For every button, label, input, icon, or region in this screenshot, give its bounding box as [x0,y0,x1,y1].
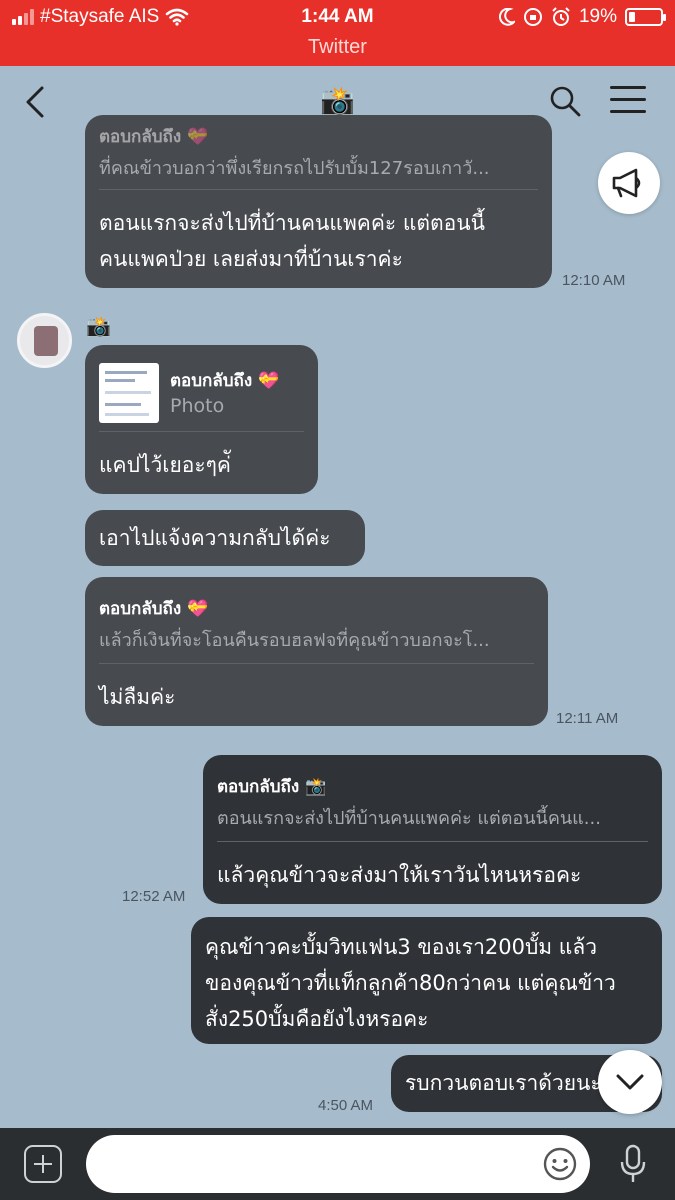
message-bubble-received[interactable]: ตอบกลับถึง 💝 ที่คุณข้าวบอกว่าพึ่งเรียกรถ… [85,115,552,288]
scroll-to-bottom-button[interactable] [598,1050,662,1114]
message-text: แล้วคุณข้าวจะส่งมาให้เราวันไหนหรอคะ [217,863,582,887]
reply-preview: แล้วก็เงินที่จะโอนคืนรอบฮลฟจที่คุณข้าวบอ… [99,630,490,651]
message-input[interactable] [86,1135,590,1193]
message-text-line: ตอนแรกจะส่งไปที่บ้านคนแพคค่ะ แต่ตอนนี้ [99,211,485,235]
message-text-line: คนแพคป่วย เลยส่งมาที่บ้านเราค่ะ [99,247,403,271]
message-text: แคปไว้เยอะๆค่ั [99,453,231,477]
status-left: #Staysafe AIS [12,6,189,28]
message-text-line: สั่ง250บั้มคือยังไงหรอคะ [205,1007,429,1031]
signal-icon [12,9,34,25]
message-time: 12:52 AM [122,888,186,905]
search-icon[interactable] [548,84,582,118]
orientation-lock-icon [523,8,542,26]
message-text-line: คุณข้าวคะบั้มวิทแฟน3 ของเรา200บั้ม แล้ว [205,935,597,959]
photo-thumbnail[interactable] [99,363,159,423]
status-bar: #Staysafe AIS 1:44 AM 19% Twitter [0,0,675,66]
sender-name: 📸 [86,314,111,338]
status-right: 19% [499,6,666,28]
chevron-left-icon[interactable] [20,84,50,120]
message-bubble-received[interactable]: ตอบกลับถึง 💝 Photo แคปไว้เยอะๆค่ั [85,345,318,494]
reply-heading: ตอบกลับถึง 📸 [217,777,327,797]
reply-divider [99,663,534,664]
message-text: ไม่ลืมค่ะ [99,685,176,709]
moon-icon [499,8,515,26]
message-time: 12:10 AM [562,272,626,289]
chevron-down-icon [616,1074,644,1090]
message-text: เอาไปแจ้งความกลับได้ค่ะ [99,526,331,550]
smiley-icon[interactable] [542,1146,578,1182]
message-bubble-received[interactable]: เอาไปแจ้งความกลับได้ค่ะ [85,510,365,566]
message-bubble-sent[interactable]: คุณข้าวคะบั้มวิทแฟน3 ของเรา200บั้ม แล้ว … [191,917,662,1044]
battery-icon [625,8,666,26]
hamburger-menu-icon[interactable] [610,86,646,116]
announcement-button[interactable] [598,152,660,214]
reply-preview: ตอนแรกจะส่งไปที่บ้านคนแพคค่ะ แต่ตอนนี้คน… [217,808,601,829]
plus-square-icon[interactable] [24,1145,62,1183]
back-to-app-label[interactable]: Twitter [0,36,675,59]
compose-bar [0,1128,675,1200]
message-bubble-received[interactable]: ตอบกลับถึง 💝 แล้วก็เงินที่จะโอนคืนรอบฮลฟ… [85,577,548,726]
carrier-label: #Staysafe AIS [40,6,160,27]
reply-divider [99,431,304,432]
reply-preview: Photo [170,395,225,417]
battery-percent: 19% [578,6,617,27]
message-bubble-sent[interactable]: ตอบกลับถึง 📸 ตอนแรกจะส่งไปที่บ้านคนแพคค่… [203,755,662,904]
reply-heading: ตอบกลับถึง 💝 [99,127,209,147]
reply-heading: ตอบกลับถึง 💝 [99,599,209,619]
reply-divider [217,841,648,842]
avatar[interactable] [17,313,72,368]
message-text: รบกวนตอบเราด้วยนะคะ [405,1071,627,1095]
reply-preview: ที่คุณข้าวบอกว่าพึ่งเรียกรถไปรับบั้ม127ร… [99,158,490,175]
reply-heading: ตอบกลับถึง 💝 [170,371,280,391]
message-text-line: ของคุณข้าวที่แท็กลูกค้า80กว่าคน แต่คุณข้… [205,971,616,995]
message-time: 12:11 AM [556,710,619,727]
alarm-icon [552,7,570,26]
megaphone-icon [612,168,641,198]
message-time: 4:50 AM [318,1097,374,1114]
microphone-icon[interactable] [618,1144,648,1184]
wifi-icon [166,8,189,26]
reply-divider [99,189,538,190]
